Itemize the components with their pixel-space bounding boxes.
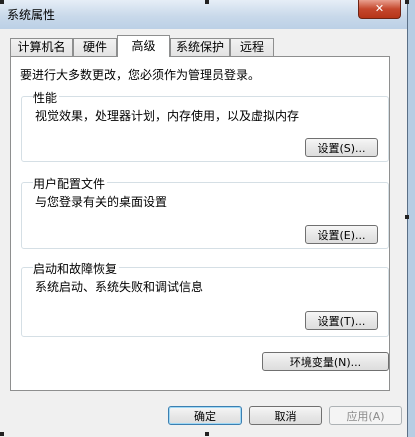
user-profiles-description: 与您登录有关的桌面设置	[35, 195, 168, 209]
tab-system-protection[interactable]: 系统保护	[170, 38, 230, 56]
close-button[interactable]: ✕	[358, 0, 401, 19]
admin-notice: 要进行大多数更改，您必须作为管理员登录。	[20, 68, 261, 82]
startup-recovery-group-title: 启动和故障恢复	[33, 260, 120, 277]
resize-handle-right[interactable]	[405, 215, 409, 219]
ok-button[interactable]: 确定	[168, 406, 242, 425]
tab-advanced[interactable]: 高级	[117, 35, 170, 57]
user-profiles-group-title: 用户配置文件	[33, 175, 108, 192]
resize-handle-top[interactable]	[205, 0, 209, 4]
resize-handle-top-right[interactable]	[405, 0, 409, 4]
window-title: 系统属性	[7, 8, 56, 22]
resize-handle-bottom-left[interactable]	[0, 432, 4, 436]
performance-settings-button[interactable]: 设置(S)...	[305, 138, 378, 157]
tab-hardware[interactable]: 硬件	[73, 38, 117, 56]
apply-button[interactable]: 应用(A)	[329, 406, 402, 425]
performance-description: 视觉效果，处理器计划，内存使用，以及虚拟内存	[35, 109, 300, 123]
resize-handle-top-left[interactable]	[0, 0, 4, 4]
title-bar[interactable]: 系统属性 ✕	[0, 0, 407, 29]
tab-computer-name[interactable]: 计算机名	[10, 38, 73, 56]
user-profiles-settings-button[interactable]: 设置(E)...	[305, 225, 378, 244]
system-properties-window: 系统属性 ✕ 计算机名 硬件 高级 系统保护 远程 要进行大多数更改，您必须作为…	[0, 0, 408, 437]
startup-recovery-description: 系统启动、系统失败和调试信息	[35, 280, 204, 294]
performance-group-title: 性能	[33, 89, 60, 106]
tab-remote[interactable]: 远程	[230, 38, 274, 56]
startup-recovery-settings-button[interactable]: 设置(T)...	[305, 311, 378, 330]
resize-handle-bottom[interactable]	[205, 432, 209, 436]
close-icon: ✕	[374, 2, 385, 15]
cancel-button[interactable]: 取消	[249, 406, 322, 425]
environment-variables-button[interactable]: 环境变量(N)...	[262, 352, 389, 371]
